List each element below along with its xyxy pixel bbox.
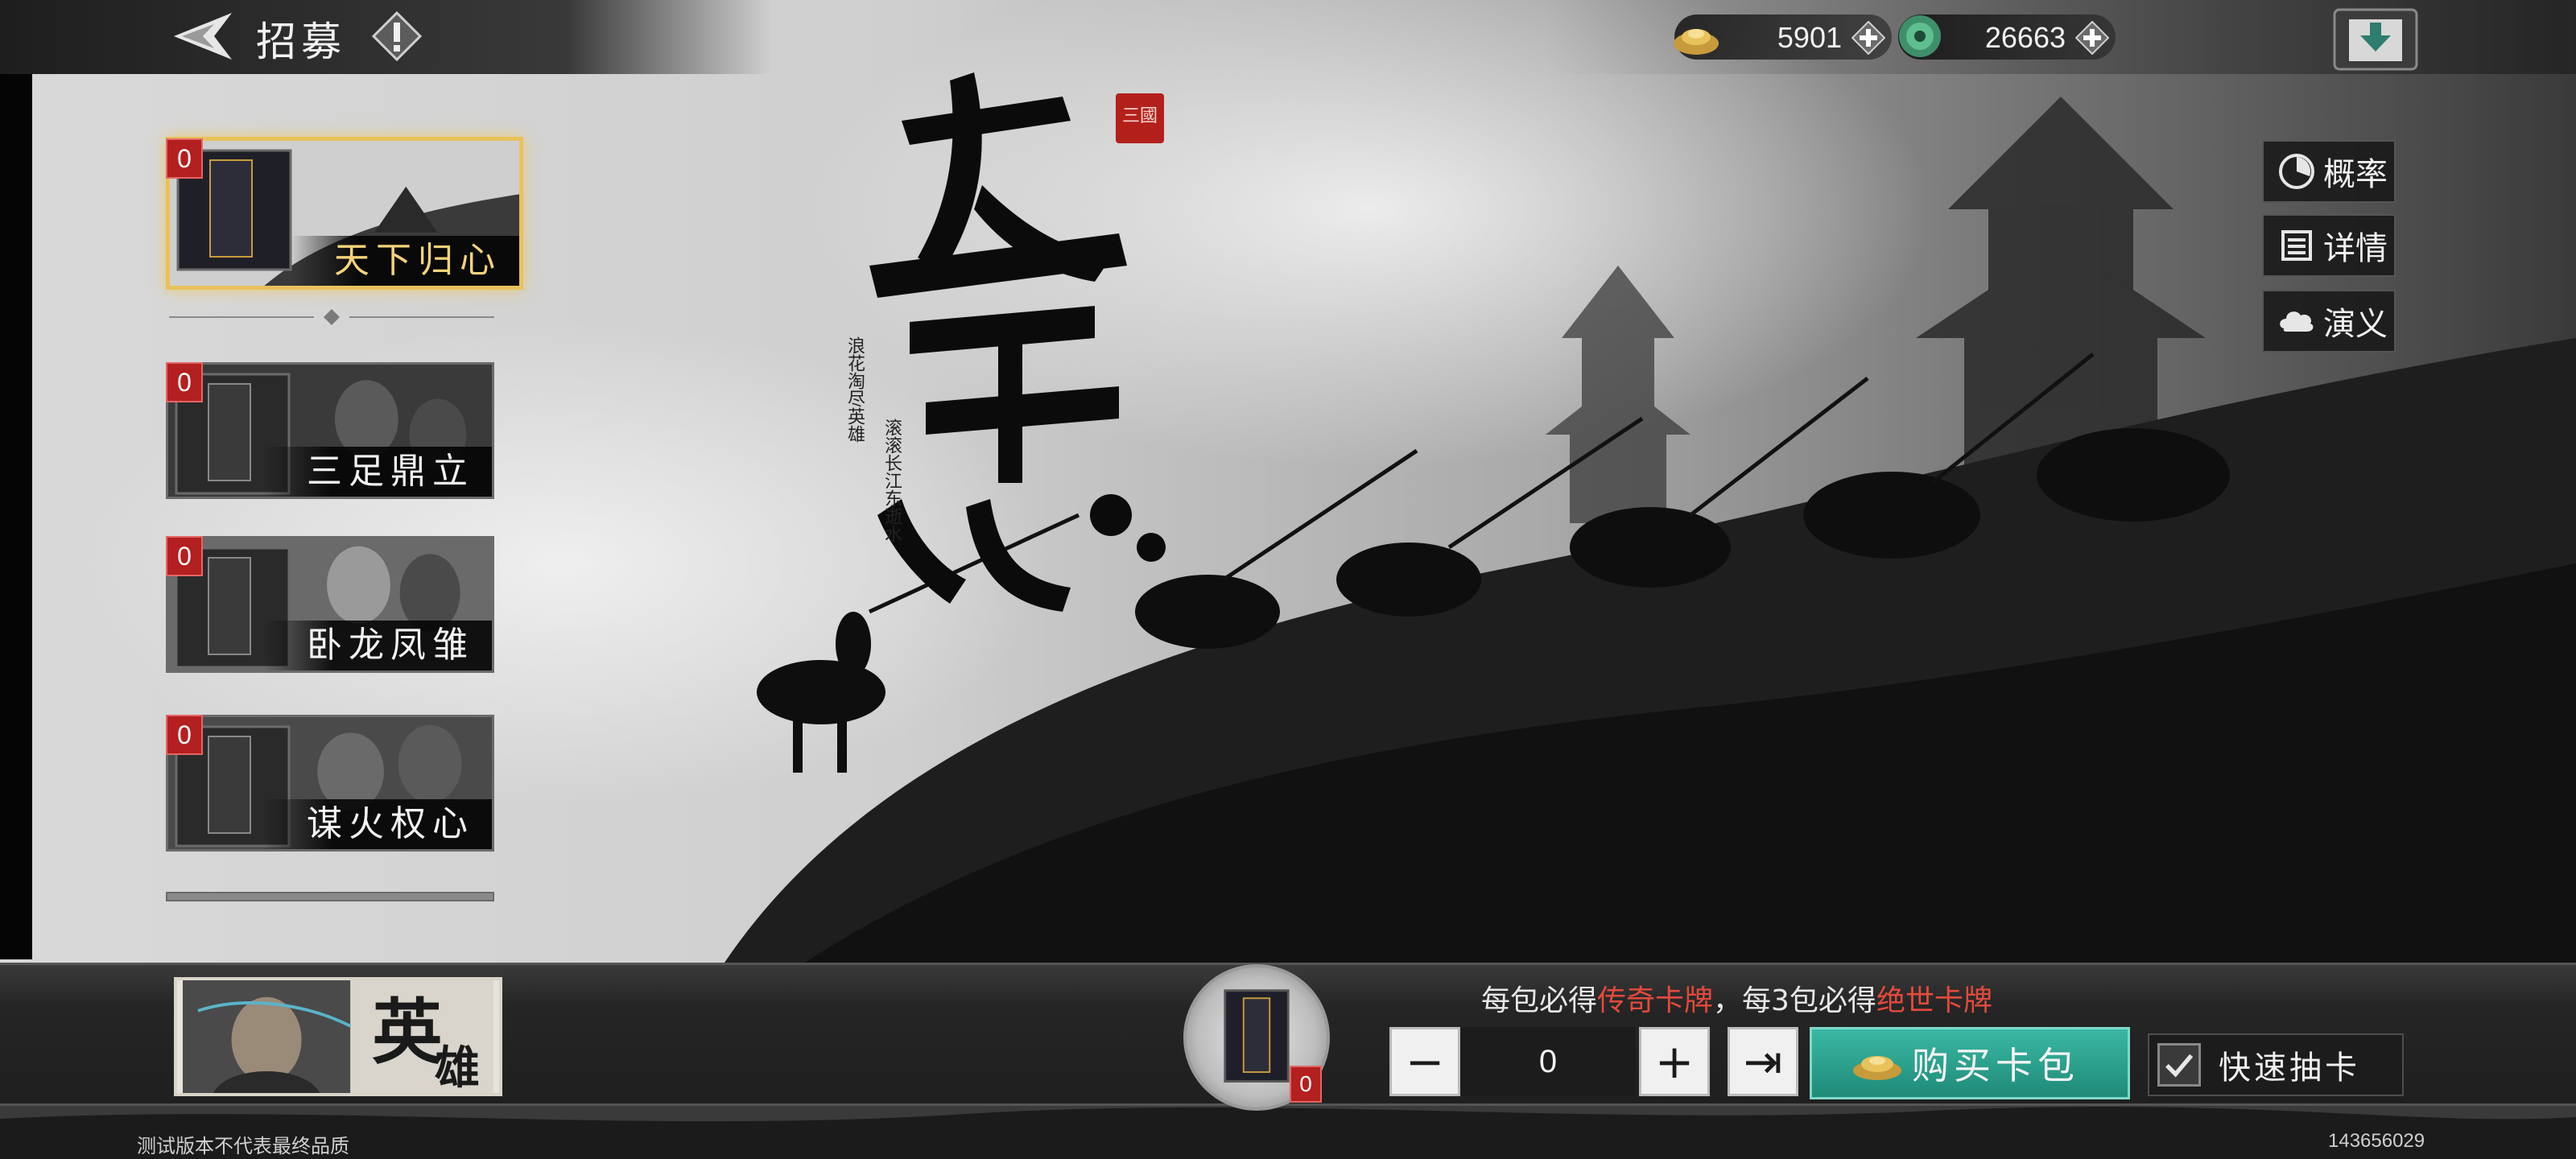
pack-card-mouhuo[interactable]: 谋火权心 bbox=[166, 715, 494, 852]
pack-label: 卧龙凤雏 bbox=[263, 621, 492, 670]
probability-label: 概率 bbox=[2323, 156, 2388, 193]
hero-title-char: 英 bbox=[372, 990, 444, 1074]
minus-button[interactable]: − bbox=[1389, 1027, 1460, 1096]
player-id: 143656029 bbox=[2328, 1130, 2425, 1152]
poem-right: 滚滚长江东逝水 bbox=[881, 419, 902, 542]
poem-left: 浪花淘尽英雄 bbox=[844, 336, 865, 443]
quantity-field[interactable]: 0 bbox=[1460, 1027, 1636, 1096]
jade-coin-icon bbox=[1899, 15, 1941, 57]
gold-amount: 5901 bbox=[1777, 21, 1842, 54]
probability-button[interactable]: 概率 bbox=[2262, 140, 2396, 203]
back-arrow-icon[interactable] bbox=[158, 8, 235, 64]
test-version-note: 测试版本不代表最终品质 bbox=[137, 1135, 349, 1157]
promo-prefix: 每包必得 bbox=[1481, 984, 1598, 1017]
checkbox-check-icon[interactable] bbox=[2157, 1043, 2201, 1087]
romance-button[interactable]: 演义 bbox=[2262, 290, 2396, 353]
pack-card-next[interactable] bbox=[166, 892, 494, 901]
quick-draw-toggle[interactable]: 快速抽卡 bbox=[2148, 1033, 2404, 1096]
gold-ingot-icon bbox=[1853, 1056, 1901, 1080]
buy-pack-button[interactable]: 购买卡包 bbox=[1810, 1027, 2130, 1099]
info-icon[interactable] bbox=[372, 11, 422, 61]
pack-label: 天下归心 bbox=[291, 236, 519, 286]
preview-count-badge: 0 bbox=[1290, 1066, 1322, 1103]
promo-highlight-peerless: 绝世卡牌 bbox=[1876, 984, 1992, 1017]
pack-count-badge: 0 bbox=[166, 715, 203, 755]
pack-card-sanzu[interactable]: 三足鼎立 bbox=[166, 362, 494, 499]
promo-middle: ，每3包必得 bbox=[1713, 984, 1876, 1017]
seal-stamp: 三國 bbox=[1116, 93, 1164, 143]
hero-title-char: 雄 bbox=[435, 1041, 480, 1095]
pack-label: 三足鼎立 bbox=[263, 447, 492, 497]
details-label: 详情 bbox=[2323, 230, 2388, 267]
jade-amount: 26663 bbox=[1984, 21, 2066, 54]
pack-card-wolong[interactable]: 卧龙凤雏 bbox=[166, 536, 494, 673]
buy-pack-label: 购买卡包 bbox=[1912, 1044, 2079, 1087]
pack-label: 谋火权心 bbox=[263, 799, 492, 849]
quick-draw-label: 快速抽卡 bbox=[2219, 1050, 2360, 1087]
gold-currency: 5901 bbox=[1674, 14, 1892, 60]
add-gold-icon[interactable] bbox=[1852, 21, 1885, 55]
pack-count-badge: 0 bbox=[166, 362, 203, 402]
probability-icon bbox=[2279, 154, 2314, 189]
pack-card-tianxia[interactable]: 天下归心 bbox=[166, 137, 523, 290]
max-quantity-button[interactable]: ⇥ bbox=[1728, 1027, 1798, 1096]
page-title: 招募 bbox=[256, 19, 346, 65]
pack-count-badge: 0 bbox=[166, 138, 203, 179]
pack-count-badge: 0 bbox=[166, 536, 203, 576]
jade-currency: 26663 bbox=[1898, 14, 2116, 60]
romance-label: 演义 bbox=[2323, 306, 2388, 343]
add-jade-icon[interactable] bbox=[2075, 21, 2109, 55]
details-button[interactable]: 详情 bbox=[2262, 214, 2396, 277]
plus-button[interactable]: + bbox=[1639, 1027, 1710, 1096]
left-edge bbox=[0, 74, 32, 959]
gold-ingot-icon bbox=[1674, 29, 1719, 55]
promo-highlight-legend: 传奇卡牌 bbox=[1597, 984, 1714, 1017]
details-icon bbox=[2281, 230, 2312, 261]
cloud-icon bbox=[2280, 311, 2314, 332]
download-icon[interactable] bbox=[2331, 6, 2420, 72]
list-divider bbox=[169, 309, 494, 325]
calligraphy-title bbox=[869, 72, 1166, 612]
promo-text: 每包必得传奇卡牌，每3包必得绝世卡牌 bbox=[1481, 977, 1992, 1019]
